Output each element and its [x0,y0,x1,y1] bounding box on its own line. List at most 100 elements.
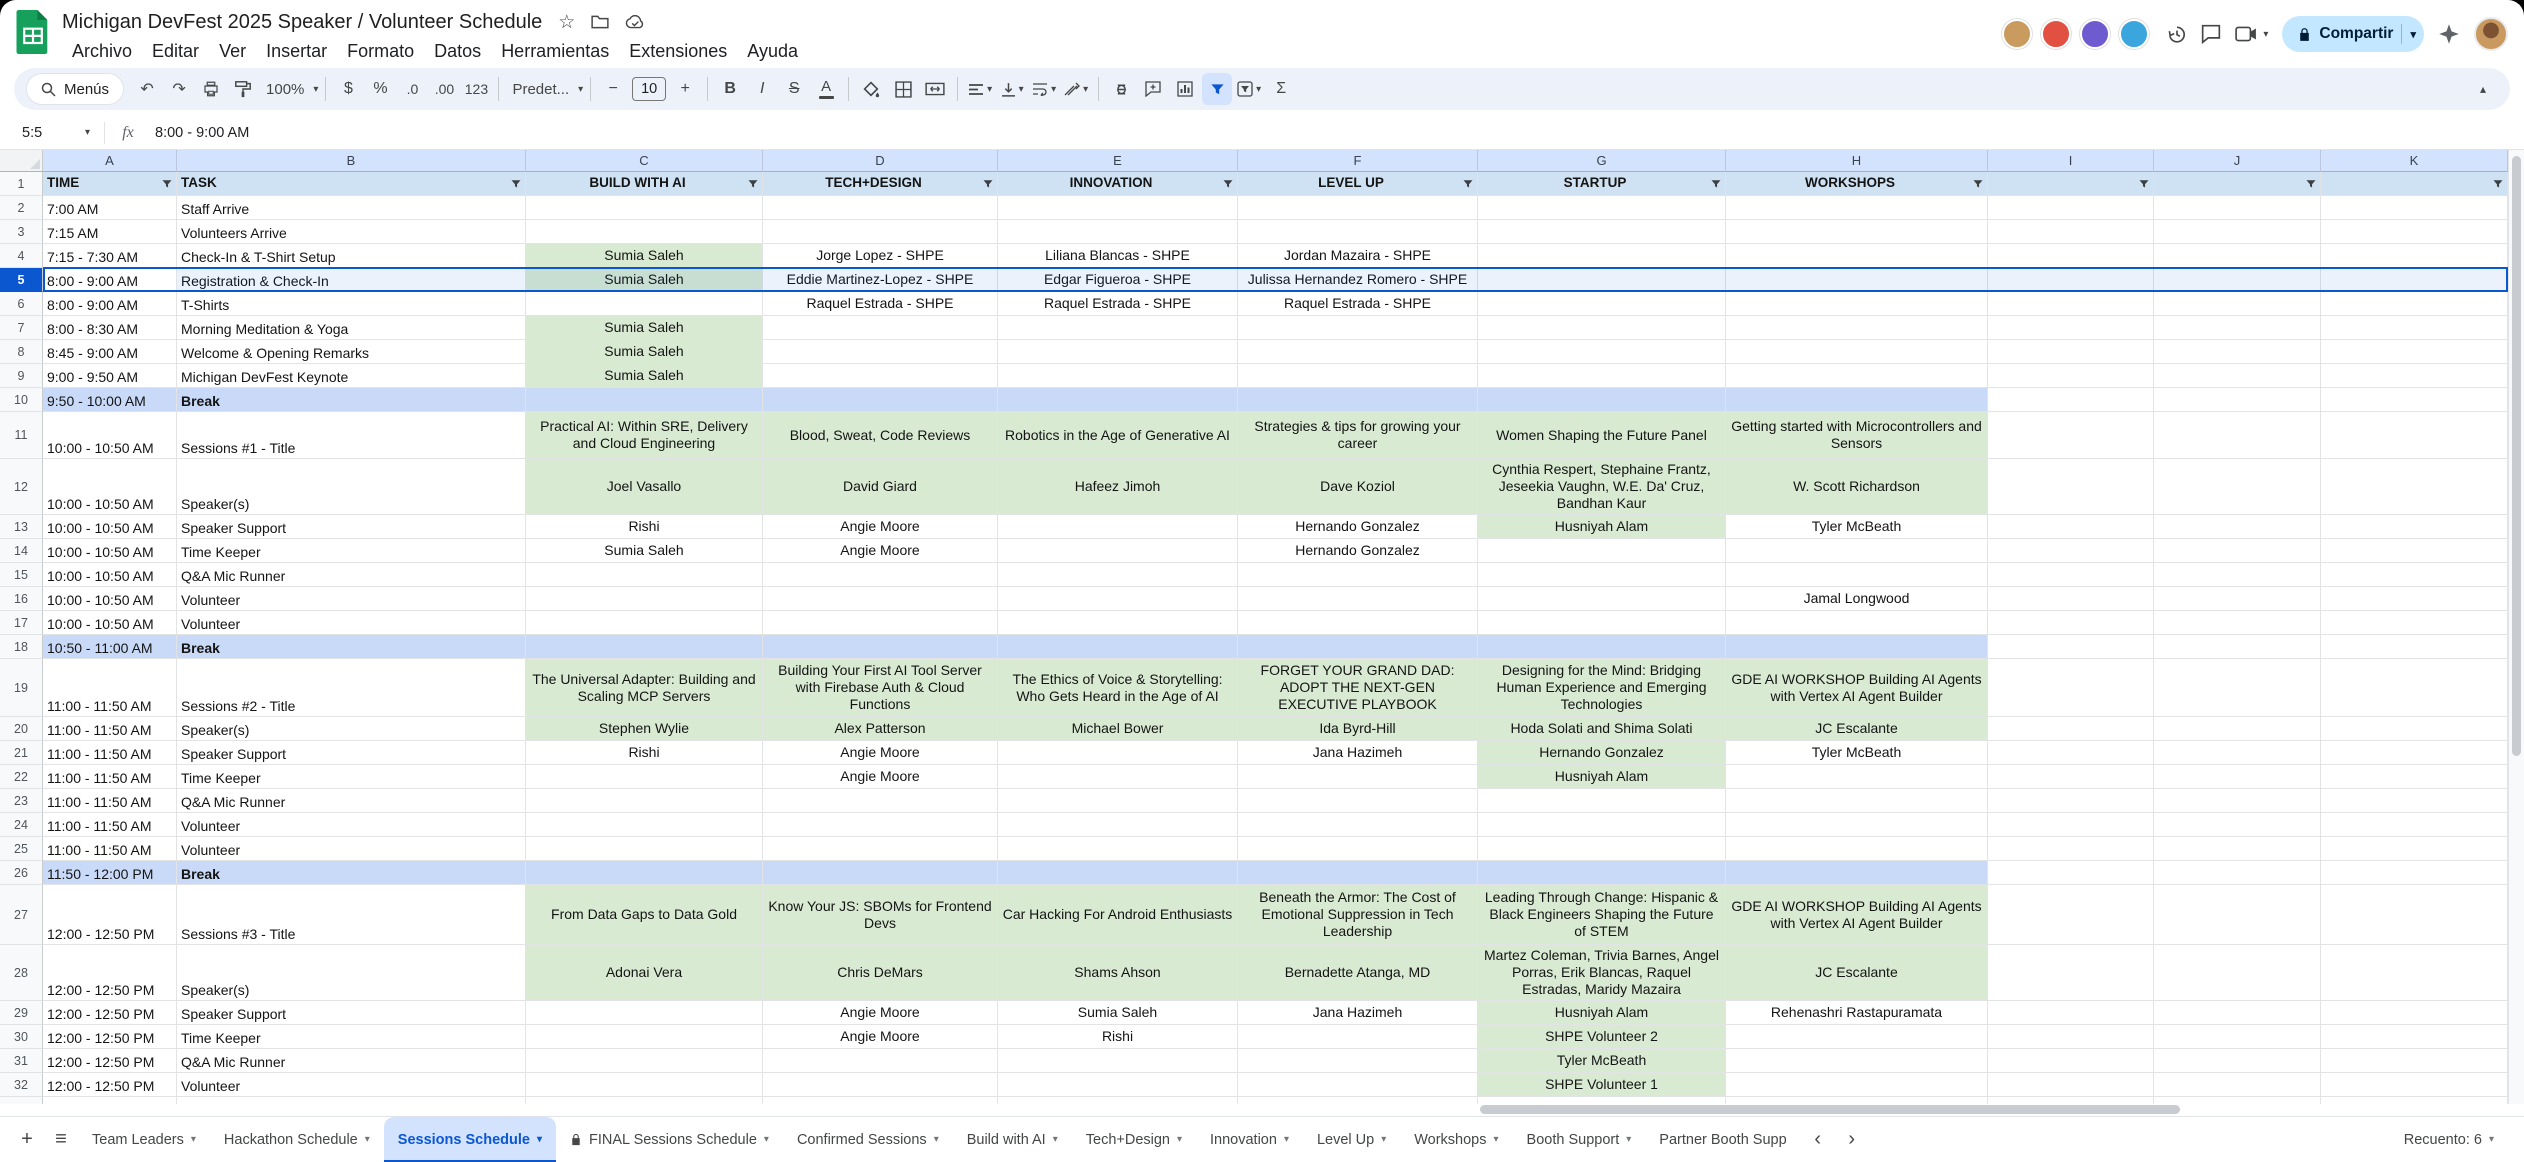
cell-H23[interactable] [1726,789,1988,813]
cell-F3[interactable] [1238,220,1478,244]
cell-E18[interactable] [998,635,1238,659]
cell-I26[interactable] [1988,861,2154,885]
scroll-tabs-left-button[interactable]: ‹ [1801,1123,1835,1157]
cell-D32[interactable] [763,1073,998,1097]
cell-H28[interactable]: JC Escalante [1726,945,1988,1001]
sheet-tab-booth-support[interactable]: Booth Support▾ [1513,1117,1646,1162]
cell-B25[interactable]: Volunteer [177,837,526,861]
cell-I29[interactable] [1988,1001,2154,1025]
chevron-down-icon[interactable]: ▾ [2410,28,2416,41]
row-header-17[interactable]: 17 [0,611,43,635]
row-header-6[interactable]: 6 [0,292,43,316]
cell-G13[interactable]: Husniyah Alam [1478,515,1726,539]
cell-B29[interactable]: Speaker Support [177,1001,526,1025]
cell-J20[interactable] [2154,717,2321,741]
cell-H29[interactable]: Rehenashri Rastapuramata [1726,1001,1988,1025]
row-header-15[interactable]: 15 [0,563,43,587]
cell-F5[interactable]: Julissa Hernandez Romero - SHPE [1238,268,1478,292]
row-header-8[interactable]: 8 [0,340,43,364]
cell-G9[interactable] [1478,364,1726,388]
cell-A3[interactable]: 7:15 AM [43,220,177,244]
menu-datos[interactable]: Datos [424,39,491,64]
cell-D13[interactable]: Angie Moore [763,515,998,539]
cell-H12[interactable]: W. Scott Richardson [1726,459,1988,515]
cell-K9[interactable] [2321,364,2508,388]
number-format-button[interactable]: 123 [461,73,491,105]
cell-H31[interactable] [1726,1049,1988,1073]
cell-D33[interactable] [763,1097,998,1104]
cell-H25[interactable] [1726,837,1988,861]
cell-C12[interactable]: Joel Vasallo [526,459,763,515]
cell-E5[interactable]: Edgar Figueroa - SHPE [998,268,1238,292]
cell-E23[interactable] [998,789,1238,813]
cell-B32[interactable]: Volunteer [177,1073,526,1097]
cell-C29[interactable] [526,1001,763,1025]
row-header-9[interactable]: 9 [0,364,43,388]
cell-C15[interactable] [526,563,763,587]
menu-herramientas[interactable]: Herramientas [491,39,619,64]
cell-H4[interactable] [1726,244,1988,268]
cell-J26[interactable] [2154,861,2321,885]
cell-D12[interactable]: David Giard [763,459,998,515]
cell-D26[interactable] [763,861,998,885]
cell-C22[interactable] [526,765,763,789]
cell-J16[interactable] [2154,587,2321,611]
cell-I17[interactable] [1988,611,2154,635]
cell-A10[interactable]: 9:50 - 10:00 AM [43,388,177,412]
cell-D7[interactable] [763,316,998,340]
filter-icon[interactable] [1710,178,1722,190]
cell-J8[interactable] [2154,340,2321,364]
cell-F22[interactable] [1238,765,1478,789]
cell-A9[interactable]: 9:00 - 9:50 AM [43,364,177,388]
cell-E25[interactable] [998,837,1238,861]
cell-D14[interactable]: Angie Moore [763,539,998,563]
cell-G2[interactable] [1478,196,1726,220]
cell-I20[interactable] [1988,717,2154,741]
cell-K25[interactable] [2321,837,2508,861]
cell-A22[interactable]: 11:00 - 11:50 AM [43,765,177,789]
insert-comment-button[interactable] [1138,73,1168,105]
decrease-decimal-button[interactable]: .0 [397,73,427,105]
cell-C9[interactable]: Sumia Saleh [526,364,763,388]
cell-A29[interactable]: 12:00 - 12:50 PM [43,1001,177,1025]
cell-C10[interactable] [526,388,763,412]
cell-H26[interactable] [1726,861,1988,885]
cell-G11[interactable]: Women Shaping the Future Panel [1478,412,1726,459]
italic-button[interactable]: I [747,73,777,105]
cell-G7[interactable] [1478,316,1726,340]
cell-H30[interactable] [1726,1025,1988,1049]
cell-J15[interactable] [2154,563,2321,587]
sheet-tab-innovation[interactable]: Innovation▾ [1196,1117,1303,1162]
cell-J5[interactable] [2154,268,2321,292]
cell-D5[interactable]: Eddie Martinez-Lopez - SHPE [763,268,998,292]
selection-stats[interactable]: Recuento: 6 ▾ [2404,1132,2514,1148]
cell-C31[interactable] [526,1049,763,1073]
cell-I19[interactable] [1988,659,2154,717]
cell-B28[interactable]: Speaker(s) [177,945,526,1001]
cell-H32[interactable] [1726,1073,1988,1097]
cell-H1[interactable]: WORKSHOPS [1726,172,1988,196]
sheet-tab-partner-booth-supp[interactable]: Partner Booth Supp [1645,1117,1800,1162]
comments-icon[interactable] [2201,24,2221,44]
cell-F13[interactable]: Hernando Gonzalez [1238,515,1478,539]
row-header-32[interactable]: 32 [0,1073,43,1097]
cell-G21[interactable]: Hernando Gonzalez [1478,741,1726,765]
cell-J31[interactable] [2154,1049,2321,1073]
filter-icon[interactable] [747,178,759,190]
cell-G5[interactable] [1478,268,1726,292]
cell-C16[interactable] [526,587,763,611]
cell-I12[interactable] [1988,459,2154,515]
cell-G20[interactable]: Hoda Solati and Shima Solati [1478,717,1726,741]
cell-F7[interactable] [1238,316,1478,340]
cell-J6[interactable] [2154,292,2321,316]
horizontal-scrollbar[interactable] [0,1104,2508,1116]
cell-A19[interactable]: 11:00 - 11:50 AM [43,659,177,717]
cell-G18[interactable] [1478,635,1726,659]
cell-C26[interactable] [526,861,763,885]
cell-J11[interactable] [2154,412,2321,459]
cell-B11[interactable]: Sessions #1 - Title [177,412,526,459]
add-sheet-button[interactable]: + [10,1123,44,1157]
cell-A8[interactable]: 8:45 - 9:00 AM [43,340,177,364]
cell-F9[interactable] [1238,364,1478,388]
row-header-18[interactable]: 18 [0,635,43,659]
